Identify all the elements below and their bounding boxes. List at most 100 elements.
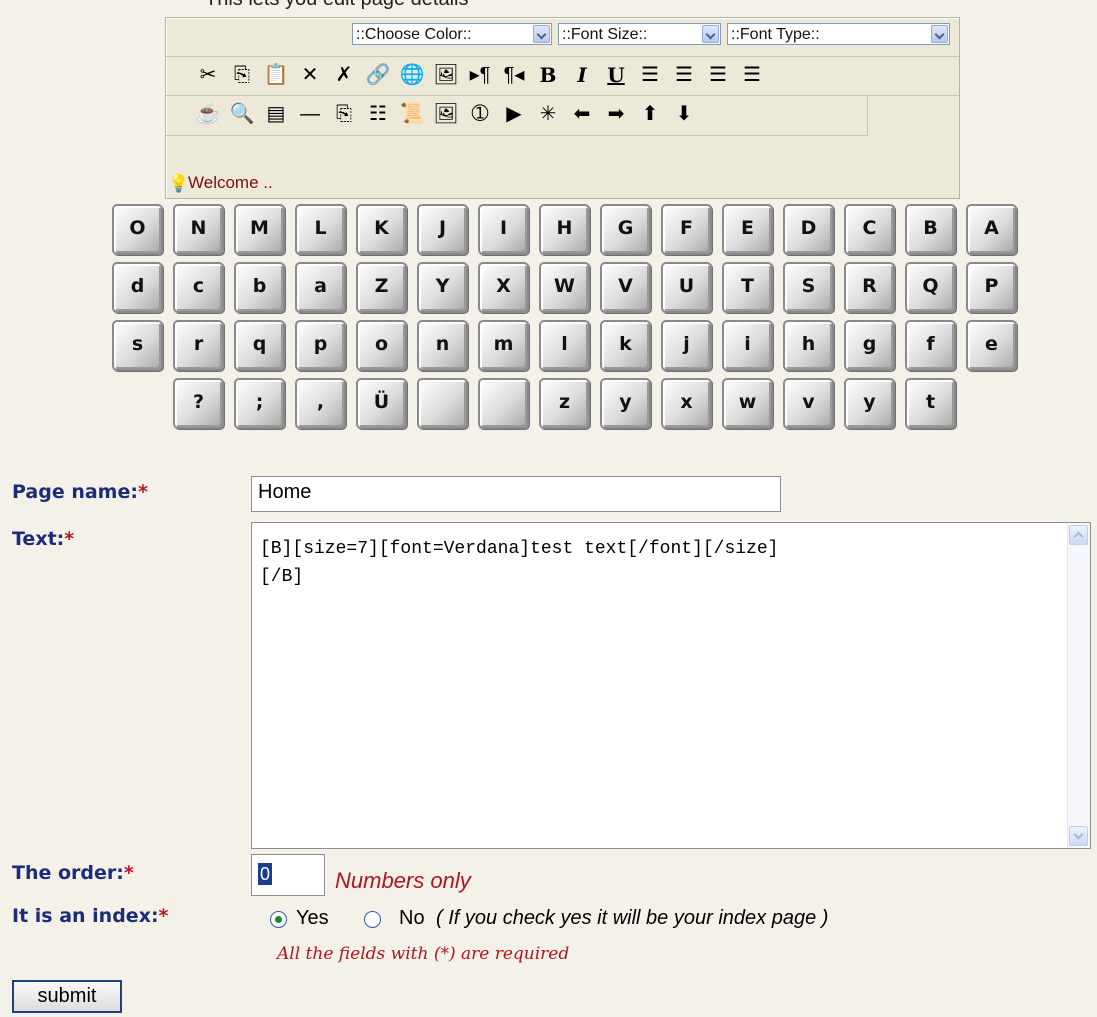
keyboard-key[interactable]: ; xyxy=(234,378,285,429)
page-name-input[interactable]: Home xyxy=(251,476,781,512)
keyboard-key[interactable]: E xyxy=(722,204,773,255)
align-right-icon[interactable]: ☰ xyxy=(704,61,732,89)
keyboard-key[interactable]: O xyxy=(112,204,163,255)
chevron-down-icon[interactable] xyxy=(931,25,948,43)
keyboard-key[interactable]: r xyxy=(173,320,224,371)
keyboard-key[interactable]: J xyxy=(417,204,468,255)
keyboard-key[interactable]: y xyxy=(844,378,895,429)
chevron-down-icon[interactable] xyxy=(533,25,550,43)
bold-icon[interactable]: B xyxy=(534,61,562,89)
arrow-up-icon[interactable]: ⬆ xyxy=(636,100,664,128)
scroll-up-icon[interactable] xyxy=(1069,525,1088,545)
keyboard-key[interactable]: Q xyxy=(905,262,956,313)
order-input[interactable]: 0 xyxy=(251,854,325,896)
keyboard-key[interactable]: v xyxy=(783,378,834,429)
info-circle-icon[interactable]: ➀ xyxy=(466,100,494,128)
play-icon[interactable]: ▶ xyxy=(500,100,528,128)
keyboard-key[interactable]: S xyxy=(783,262,834,313)
underline-icon[interactable]: U xyxy=(602,61,630,89)
keyboard-key[interactable]: m xyxy=(478,320,529,371)
sparkle-icon[interactable]: ✳ xyxy=(534,100,562,128)
keyboard-key[interactable]: K xyxy=(356,204,407,255)
arrow-left-icon[interactable]: ⬅ xyxy=(568,100,596,128)
submit-button[interactable]: submit xyxy=(12,980,122,1013)
keyboard-key[interactable]: o xyxy=(356,320,407,371)
align-center-icon[interactable]: ☰ xyxy=(670,61,698,89)
keyboard-key[interactable]: G xyxy=(600,204,651,255)
keyboard-key[interactable]: B xyxy=(905,204,956,255)
color-select[interactable]: ::Choose Color:: xyxy=(352,23,552,45)
paste-icon[interactable]: 📋 xyxy=(262,61,290,89)
index-no-radio[interactable] xyxy=(364,911,381,928)
keyboard-key[interactable]: s xyxy=(112,320,163,371)
keyboard-key[interactable]: Ü xyxy=(356,378,407,429)
keyboard-key[interactable]: P xyxy=(966,262,1017,313)
picture-icon[interactable]: 🖼 xyxy=(432,100,460,128)
keyboard-key[interactable]: g xyxy=(844,320,895,371)
scroll-icon[interactable]: 📜 xyxy=(398,100,426,128)
keyboard-key[interactable]: i xyxy=(722,320,773,371)
arrow-down-icon[interactable]: ⬇ xyxy=(670,100,698,128)
keyboard-key[interactable]: R xyxy=(844,262,895,313)
keyboard-key[interactable]: w xyxy=(722,378,773,429)
font-type-select[interactable]: ::Font Type:: xyxy=(727,23,950,45)
spellcheck-icon[interactable]: ✗ xyxy=(330,61,358,89)
keyboard-key[interactable]: , xyxy=(295,378,346,429)
keyboard-key[interactable]: d xyxy=(112,262,163,313)
keyboard-key[interactable]: y xyxy=(600,378,651,429)
link-icon[interactable]: 🔗 xyxy=(364,61,392,89)
find-icon[interactable]: 🔍 xyxy=(228,100,256,128)
keyboard-key[interactable] xyxy=(478,378,529,429)
keyboard-key[interactable]: b xyxy=(234,262,285,313)
ltr-icon[interactable]: ▸¶ xyxy=(466,61,494,89)
keyboard-key[interactable]: D xyxy=(783,204,834,255)
java-cup-icon[interactable]: ☕ xyxy=(194,100,222,128)
keyboard-key[interactable]: l xyxy=(539,320,590,371)
delete-icon[interactable]: ✕ xyxy=(296,61,324,89)
justify-icon[interactable]: ☰ xyxy=(738,61,766,89)
keyboard-key[interactable]: Y xyxy=(417,262,468,313)
index-yes-radio[interactable] xyxy=(270,911,287,928)
keyboard-key[interactable]: F xyxy=(661,204,712,255)
rtl-icon[interactable]: ¶◂ xyxy=(500,61,528,89)
hr-line-icon[interactable]: — xyxy=(296,100,324,128)
font-size-select[interactable]: ::Font Size:: xyxy=(558,23,721,45)
index-yes-label[interactable]: Yes xyxy=(296,907,329,930)
keyboard-key[interactable]: z xyxy=(539,378,590,429)
keyboard-key[interactable]: A xyxy=(966,204,1017,255)
keyboard-key[interactable]: Z xyxy=(356,262,407,313)
keyboard-key[interactable]: j xyxy=(661,320,712,371)
keyboard-key[interactable]: N xyxy=(173,204,224,255)
chevron-down-icon[interactable] xyxy=(702,25,719,43)
text-textarea[interactable]: [B][size=7][font=Verdana]test text[/font… xyxy=(251,522,1091,849)
image-icon[interactable]: 🖼 xyxy=(432,61,460,89)
keyboard-key[interactable]: H xyxy=(539,204,590,255)
keyboard-key[interactable]: L xyxy=(295,204,346,255)
form-icon[interactable]: ▤ xyxy=(262,100,290,128)
textarea-scrollbar[interactable] xyxy=(1067,523,1090,848)
keyboard-key[interactable]: a xyxy=(295,262,346,313)
keyboard-key[interactable]: X xyxy=(478,262,529,313)
keyboard-key[interactable] xyxy=(417,378,468,429)
keyboard-key[interactable]: f xyxy=(905,320,956,371)
keyboard-key[interactable]: M xyxy=(234,204,285,255)
keyboard-key[interactable]: W xyxy=(539,262,590,313)
keyboard-key[interactable]: h xyxy=(783,320,834,371)
keyboard-key[interactable]: q xyxy=(234,320,285,371)
keyboard-key[interactable]: e xyxy=(966,320,1017,371)
copy2-icon[interactable]: ⎘ xyxy=(330,100,358,128)
keyboard-key[interactable]: V xyxy=(600,262,651,313)
copy-icon[interactable]: ⎘ xyxy=(228,61,256,89)
keyboard-key[interactable]: ? xyxy=(173,378,224,429)
keyboard-key[interactable]: n xyxy=(417,320,468,371)
arrow-right-icon[interactable]: ➡ xyxy=(602,100,630,128)
keyboard-key[interactable]: t xyxy=(905,378,956,429)
align-left-icon[interactable]: ☰ xyxy=(636,61,664,89)
web-icon[interactable]: 🌐 xyxy=(398,61,426,89)
keyboard-key[interactable]: c xyxy=(173,262,224,313)
keyboard-key[interactable]: p xyxy=(295,320,346,371)
keyboard-key[interactable]: k xyxy=(600,320,651,371)
scroll-down-icon[interactable] xyxy=(1069,826,1088,846)
keyboard-key[interactable]: I xyxy=(478,204,529,255)
cut-icon[interactable]: ✂ xyxy=(194,61,222,89)
